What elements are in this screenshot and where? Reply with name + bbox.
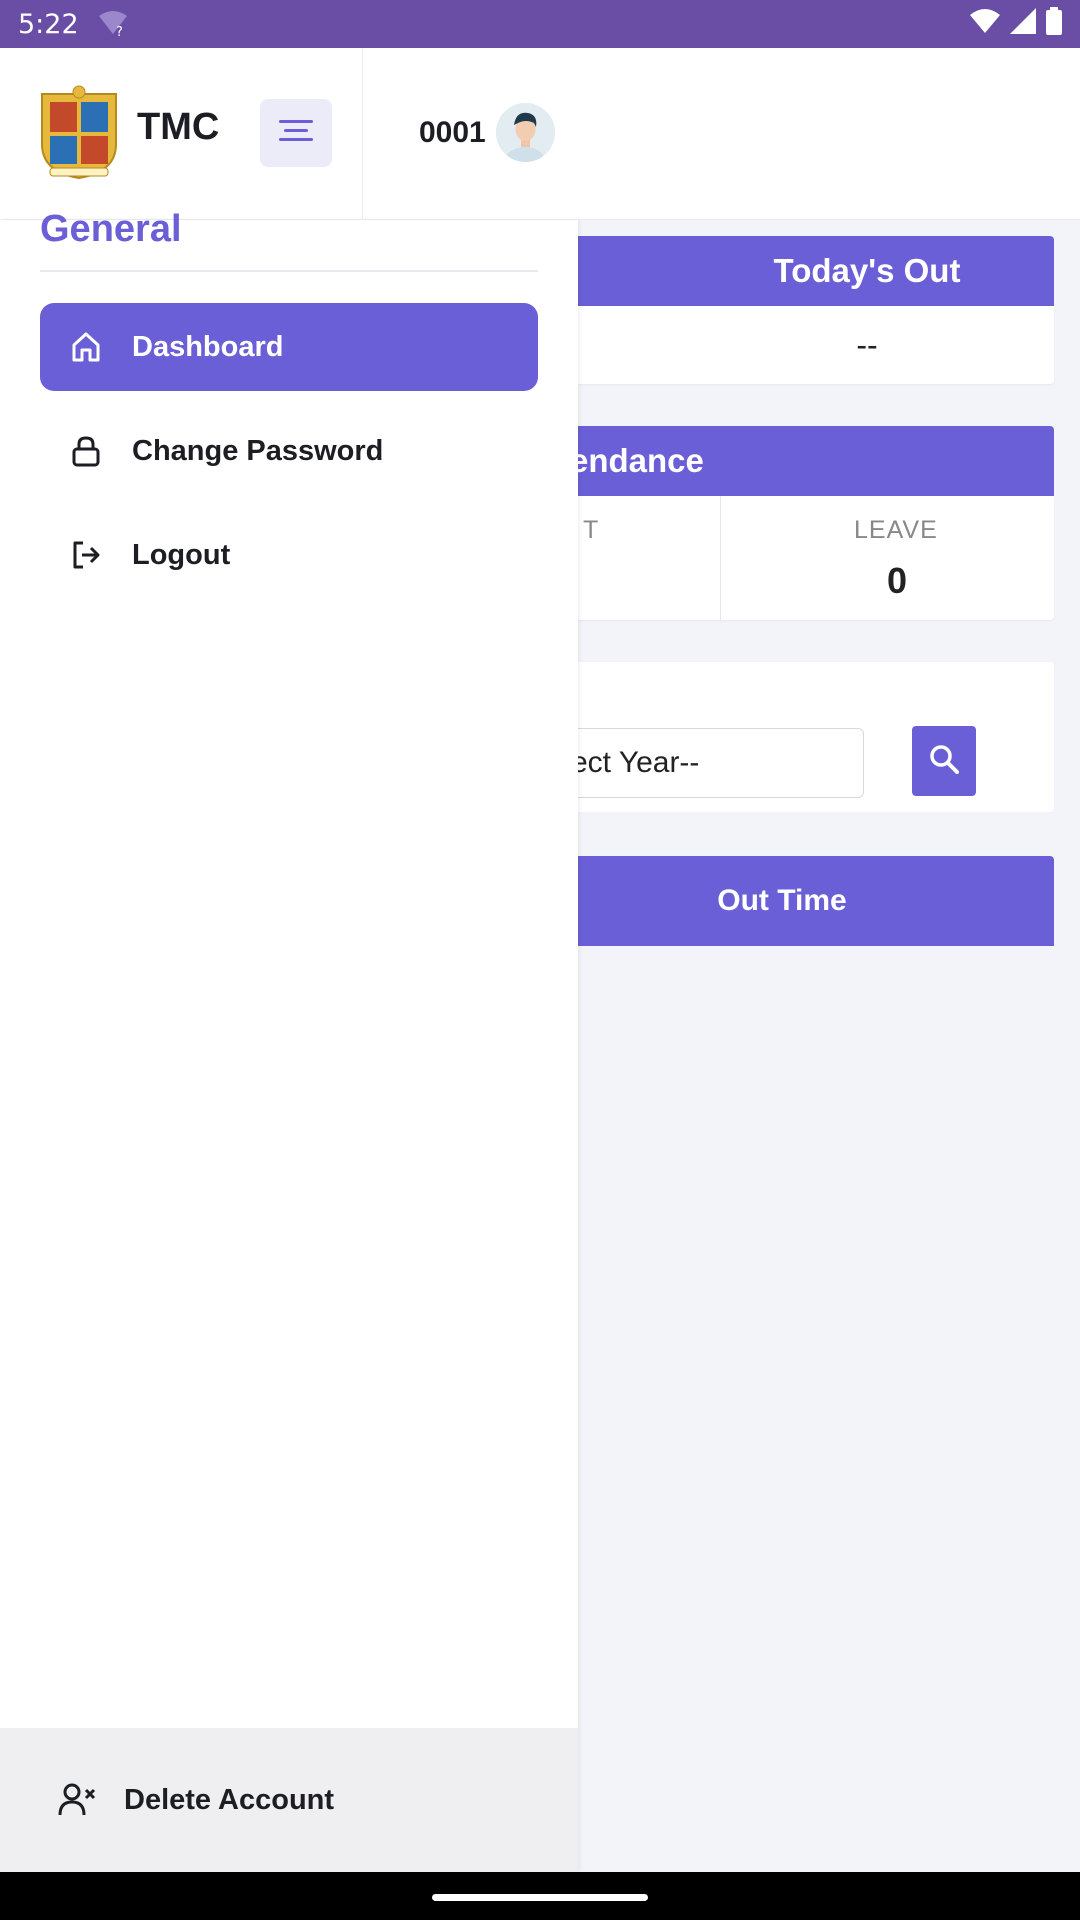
attendance-present-label: T — [583, 516, 600, 544]
user-remove-icon — [58, 1781, 96, 1819]
tmc-logo — [36, 84, 122, 180]
navigation-drawer: General Dashboard Change Password Logout… — [0, 208, 578, 1872]
svg-text:?: ? — [116, 25, 123, 38]
battery-icon — [1046, 6, 1062, 42]
drawer-section-title: General — [40, 208, 182, 250]
lock-icon — [66, 431, 106, 471]
header-divider — [362, 48, 363, 220]
todays-out-header: Today's Out — [560, 236, 1054, 306]
wifi-icon — [970, 8, 1000, 40]
app-header: TMC 0001 — [0, 48, 1080, 220]
search-button[interactable] — [912, 726, 976, 796]
drawer-divider — [40, 270, 538, 272]
wifi-unknown-icon: ? — [97, 10, 129, 40]
drawer-item-delete-account[interactable]: Delete Account — [0, 1728, 578, 1872]
drawer-item-change-password[interactable]: Change Password — [40, 407, 538, 495]
logout-icon — [66, 535, 106, 575]
delete-account-label: Delete Account — [124, 1783, 335, 1816]
search-icon — [929, 744, 959, 779]
drawer-item-dashboard[interactable]: Dashboard — [40, 303, 538, 391]
home-gesture-handle[interactable] — [432, 1894, 648, 1901]
drawer-item-label: Change Password — [132, 434, 384, 467]
drawer-item-logout[interactable]: Logout — [40, 511, 538, 599]
menu-toggle-button[interactable] — [260, 99, 332, 167]
attendance-leave-value: 0 — [887, 560, 908, 601]
drawer-item-label: Logout — [132, 538, 231, 571]
menu-icon — [279, 119, 313, 148]
system-nav-bar — [0, 1872, 1080, 1920]
todays-out-value: -- — [560, 306, 1054, 384]
drawer-item-label: Dashboard — [132, 330, 284, 363]
app-brand: TMC — [137, 106, 220, 148]
user-id: 0001 — [419, 116, 486, 149]
attendance-column-divider — [720, 496, 721, 620]
home-icon — [66, 327, 106, 367]
status-bar: 5:22 ? — [0, 0, 1080, 48]
status-icons — [970, 6, 1062, 42]
attendance-leave-label: LEAVE — [854, 516, 938, 544]
avatar[interactable] — [496, 103, 555, 162]
status-time: 5:22 — [18, 8, 79, 40]
signal-icon — [1010, 7, 1036, 41]
